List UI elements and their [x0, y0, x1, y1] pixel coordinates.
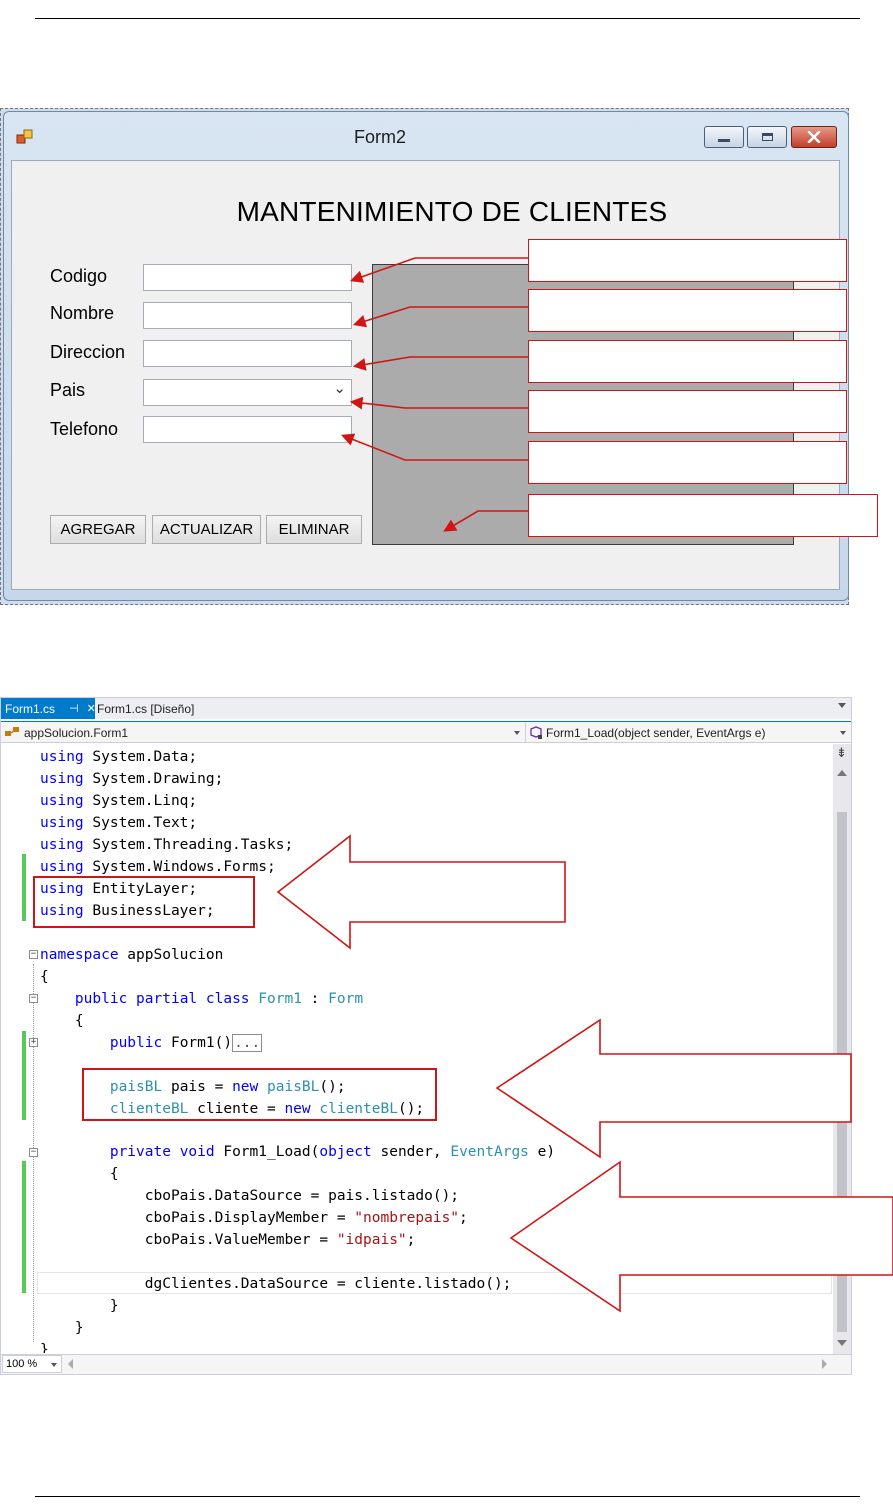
code-line: public Form1()... — [109, 1034, 263, 1052]
form-title: Form2 — [353, 127, 406, 147]
maximize-button[interactable] — [747, 126, 787, 148]
collapse-icon[interactable]: − — [29, 950, 38, 959]
highlight-box-usings — [33, 876, 255, 928]
code-line: { — [74, 1013, 84, 1029]
close-icon[interactable]: ✕ — [87, 702, 96, 715]
change-indicator — [22, 1031, 26, 1120]
zoom-combo[interactable]: 100 % — [2, 1355, 62, 1373]
tab-label: Form1.cs — [5, 701, 56, 716]
code-line: using System.Data; — [40, 749, 198, 765]
maximize-icon — [761, 133, 773, 141]
nav-divider — [525, 723, 526, 742]
pin-icon[interactable]: ⊣ — [69, 702, 79, 715]
change-indicator — [22, 854, 26, 921]
callout-box — [528, 441, 847, 484]
bottom-page-rule — [35, 1496, 860, 1497]
scroll-up-arrow-icon[interactable] — [837, 770, 847, 776]
tab-form1-diseno[interactable]: Form1.cs [Diseño] — [97, 698, 194, 719]
code-line: } — [40, 1342, 49, 1353]
code-line: using System.Text; — [40, 815, 198, 831]
form-heading: MANTENIMIENTO DE CLIENTES — [236, 196, 668, 227]
code-line: cboPais.DisplayMember = "nombrepais"; — [144, 1210, 468, 1226]
code-line: { — [40, 969, 49, 985]
scroll-left-arrow-icon[interactable] — [68, 1359, 73, 1369]
codigo-textbox[interactable] — [143, 264, 352, 291]
code-line: } — [109, 1298, 119, 1314]
code-line: cboPais.ValueMember = "idpais"; — [144, 1232, 416, 1248]
code-line: public partial class Form1 : Form — [74, 991, 364, 1007]
code-line: using System.Threading.Tasks; — [40, 837, 294, 853]
minimize-button[interactable] — [704, 126, 744, 148]
code-line: } — [74, 1320, 84, 1336]
split-icon[interactable]: ⇟ — [836, 746, 847, 760]
label-pais: Pais — [50, 380, 86, 400]
label-direccion: Direccion — [50, 342, 126, 362]
scroll-down-arrow-icon[interactable] — [837, 1340, 847, 1346]
nav-left-text: appSolucion.Form1 — [24, 725, 129, 740]
scroll-right-arrow-icon[interactable] — [822, 1359, 827, 1369]
close-button[interactable] — [791, 126, 837, 148]
minimize-icon — [718, 138, 730, 142]
code-line: dgClientes.DataSource = cliente.listado(… — [144, 1276, 512, 1292]
class-icon — [5, 726, 19, 736]
tab-form1-cs[interactable]: Form1.cs ⊣ ✕ — [1, 698, 96, 719]
collapse-icon[interactable]: − — [29, 1148, 38, 1157]
dropdown-arrow-icon — [840, 731, 846, 735]
top-page-rule — [35, 18, 860, 19]
label-telefono: Telefono — [50, 419, 119, 439]
direccion-textbox[interactable] — [143, 340, 352, 367]
collapsed-region[interactable]: ... — [232, 1034, 263, 1052]
callout-box — [528, 289, 847, 332]
close-icon — [807, 131, 821, 143]
callout-box — [528, 390, 847, 433]
code-line: private void Form1_Load(object sender, E… — [109, 1144, 556, 1160]
code-line: cboPais.DataSource = pais.listado(); — [144, 1188, 460, 1204]
zoom-level: 100 % — [6, 1358, 38, 1370]
dropdown-arrow-icon — [51, 1363, 57, 1367]
dropdown-arrow-icon — [514, 731, 520, 735]
method-icon — [530, 725, 542, 739]
code-line: using System.Drawing; — [40, 771, 224, 787]
nombre-textbox[interactable] — [143, 302, 352, 329]
telefono-textbox[interactable] — [143, 416, 352, 443]
callout-box — [528, 340, 847, 383]
expand-icon[interactable]: + — [29, 1038, 38, 1047]
callout-box — [528, 494, 878, 537]
nav-right-text: Form1_Load(object sender, EventArgs e) — [546, 725, 766, 740]
code-line: using System.Linq; — [40, 793, 198, 809]
code-line: { — [109, 1166, 119, 1182]
collapse-icon[interactable]: − — [29, 994, 38, 1003]
type-navigation-combo[interactable]: appSolucion.Form1 — [4, 723, 524, 742]
pais-combobox[interactable]: ⌄ — [143, 379, 352, 406]
change-indicator — [22, 1161, 26, 1293]
scroll-thumb[interactable] — [837, 812, 847, 1332]
editor-bottom-bar — [1, 1354, 851, 1374]
agregar-button[interactable]: AGREGAR — [50, 515, 146, 544]
actualizar-button[interactable]: ACTUALIZAR — [152, 515, 261, 544]
member-navigation-combo[interactable]: Form1_Load(object sender, EventArgs e) — [528, 723, 850, 742]
callout-box — [528, 239, 847, 282]
eliminar-button[interactable]: ELIMINAR — [266, 515, 362, 544]
highlight-box-fields — [82, 1068, 437, 1121]
label-codigo: Codigo — [50, 266, 108, 286]
label-nombre: Nombre — [50, 303, 115, 323]
code-line: namespace appSolucion — [40, 947, 224, 963]
code-line: using System.Windows.Forms; — [40, 859, 276, 875]
tab-overflow-chevron-icon[interactable] — [838, 703, 846, 708]
chevron-down-icon: ⌄ — [333, 380, 346, 397]
